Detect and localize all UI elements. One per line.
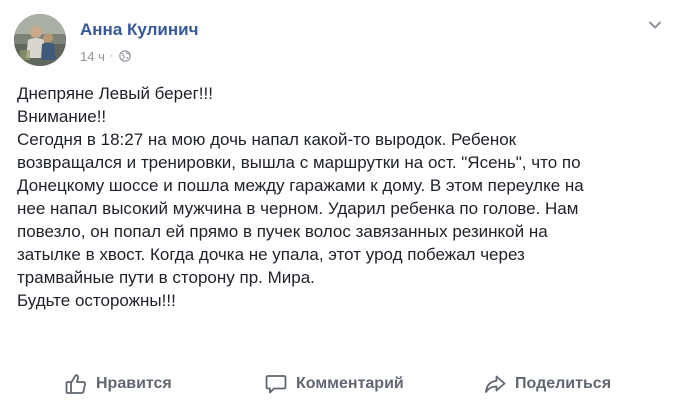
post-text-line: Внимание!! bbox=[17, 107, 107, 126]
post-text-line: Будьте осторожны!!! bbox=[17, 291, 176, 310]
comment-label: Комментарий bbox=[296, 375, 404, 392]
post-meta: 14 ч · bbox=[80, 47, 131, 65]
author-name[interactable]: Анна Кулинич bbox=[80, 20, 198, 40]
share-arrow-icon bbox=[483, 372, 507, 396]
post-text-line: Сегодня в 18:27 на мою дочь напал какой-… bbox=[17, 130, 517, 149]
post-actions-bar: Нравится Комментарий Поделиться bbox=[0, 362, 674, 406]
post-text-line: повезло, он попал ей прямо в пучек волос… bbox=[17, 222, 548, 241]
like-button[interactable]: Нравится bbox=[64, 372, 172, 396]
thumbs-up-icon bbox=[64, 372, 88, 396]
globe-icon[interactable] bbox=[118, 50, 131, 62]
post-text-line: трамвайные пути в сторону пр. Мира. bbox=[17, 268, 315, 287]
share-button[interactable]: Поделиться bbox=[483, 372, 611, 396]
comment-button[interactable]: Комментарий bbox=[264, 372, 404, 396]
post-text-line: нее напал высокий мужчина в черном. Удар… bbox=[17, 199, 579, 218]
share-label: Поделиться bbox=[515, 375, 612, 392]
chevron-down-icon[interactable] bbox=[646, 16, 664, 34]
post-text-line: затылке в хвост. Когда дочка не упала, э… bbox=[17, 245, 525, 264]
post-text-line: Днепряне Левый берег!!! bbox=[17, 84, 213, 103]
post-text-line: Донецкому шоссе и пошла между гаражами к… bbox=[17, 176, 584, 195]
avatar-photo bbox=[14, 14, 66, 66]
like-label: Нравится bbox=[96, 375, 172, 392]
avatar[interactable] bbox=[14, 14, 66, 66]
post-text: Днепряне Левый берег!!! Внимание!! Сегод… bbox=[17, 82, 657, 312]
meta-separator: · bbox=[109, 50, 114, 62]
post-text-line: возвращался и тренировки, вышла с маршру… bbox=[17, 153, 581, 172]
post-timestamp[interactable]: 14 ч bbox=[80, 49, 105, 64]
speech-bubble-icon bbox=[264, 372, 288, 396]
facebook-post: Анна Кулинич 14 ч · Днепряне Левый берег… bbox=[0, 0, 674, 410]
